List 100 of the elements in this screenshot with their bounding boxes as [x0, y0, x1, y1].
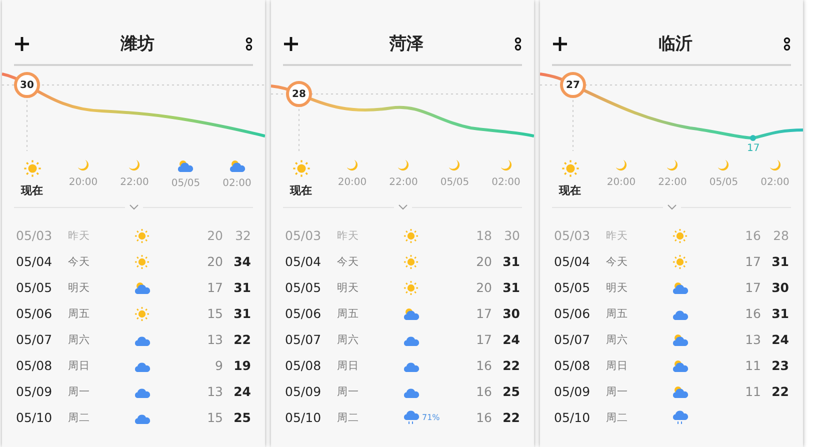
low-temperature: 17 [475, 306, 492, 321]
high-temperature: 31 [502, 254, 520, 269]
day-name: 周二 [606, 410, 629, 424]
city-title: 临沂 [658, 33, 692, 55]
sun-icon [134, 228, 150, 244]
high-temperature: 31 [770, 306, 789, 321]
high-temperature: 22 [502, 358, 520, 373]
moon-icon [448, 159, 462, 172]
more-icon[interactable] [245, 36, 253, 50]
low-temperature: 15 [206, 410, 223, 425]
city-title: 菏泽 [390, 33, 424, 55]
sun-icon [672, 228, 688, 244]
day-date: 05/05 [16, 280, 54, 295]
high-temperature: 22 [502, 410, 520, 425]
day-date: 05/06 [554, 306, 592, 321]
day-date: 05/03 [285, 228, 322, 243]
hour-label: 05/05 [709, 177, 738, 188]
day-name: 周日 [68, 358, 91, 372]
high-temperature: 31 [232, 306, 251, 321]
low-temperature: 20 [206, 254, 223, 269]
low-temperature: 16 [744, 228, 761, 243]
high-temperature: 28 [772, 228, 789, 243]
high-temperature: 34 [232, 254, 251, 269]
day-name: 周二 [68, 410, 91, 424]
day-name: 周二 [337, 410, 360, 424]
low-temperature: 20 [206, 228, 223, 243]
moon-icon [768, 159, 782, 172]
day-name: 周六 [606, 332, 629, 346]
low-temperature: 16 [744, 306, 761, 321]
add-icon[interactable] [14, 36, 30, 52]
hour-label: 22:00 [389, 177, 418, 188]
sun-icon [403, 228, 419, 244]
day-date: 05/03 [16, 228, 54, 243]
day-name: 周一 [68, 384, 91, 398]
sun-cloud-icon [672, 332, 689, 346]
current-temperature-badge: 28 [286, 81, 312, 107]
sun-cloud-icon [403, 306, 420, 320]
moon-icon [666, 159, 679, 172]
chevron-down-icon[interactable] [398, 204, 408, 210]
low-temperature: 13 [206, 384, 223, 399]
high-temperature: 25 [232, 410, 251, 425]
day-date: 05/07 [285, 332, 322, 347]
hour-label: 现在 [559, 183, 581, 198]
hour-label: 20:00 [606, 177, 636, 188]
current-temperature-badge: 27 [560, 72, 586, 98]
day-date: 05/04 [285, 254, 322, 269]
low-temperature: 16 [475, 358, 492, 373]
day-date: 05/09 [16, 384, 54, 399]
day-date: 05/09 [554, 384, 592, 399]
more-icon[interactable] [514, 36, 522, 50]
day-date: 05/08 [285, 358, 322, 373]
rain-icon [672, 409, 689, 426]
day-name: 周五 [68, 306, 91, 320]
low-temperature: 16 [475, 410, 492, 425]
low-temperature: 13 [206, 332, 223, 347]
high-temperature: 24 [502, 332, 520, 347]
day-date: 05/10 [554, 410, 592, 425]
sun-icon [134, 306, 150, 322]
sun-cloud-icon [134, 280, 151, 294]
high-temperature: 31 [770, 254, 789, 269]
day-name: 昨天 [68, 228, 91, 242]
day-name: 明天 [337, 280, 360, 294]
hour-label: 05/05 [440, 177, 470, 188]
sun-cloud-icon [672, 280, 689, 294]
day-date: 05/05 [554, 280, 592, 295]
hour-label: 02:00 [222, 178, 252, 189]
low-temperature: 15 [206, 306, 223, 321]
hour-label: 02:00 [760, 177, 790, 188]
sun-cloud-icon [228, 159, 246, 173]
day-date: 05/10 [16, 410, 54, 425]
low-temperature: 17 [744, 254, 761, 269]
low-temperature: 11 [744, 358, 761, 373]
chevron-down-icon[interactable] [128, 204, 138, 210]
day-date: 05/10 [285, 410, 322, 425]
day-date: 05/05 [285, 280, 322, 295]
add-icon[interactable] [552, 36, 568, 52]
high-temperature: 30 [503, 228, 520, 243]
hour-label: 22:00 [658, 177, 687, 188]
sun-icon [672, 254, 688, 270]
low-temperature: 17 [475, 332, 492, 347]
high-temperature: 23 [770, 358, 789, 373]
low-temperature: 17 [744, 280, 761, 295]
sun-icon [403, 254, 419, 270]
high-temperature: 22 [770, 384, 789, 399]
high-temperature: 31 [502, 280, 520, 295]
sun-icon [403, 280, 419, 296]
day-date: 05/04 [16, 254, 54, 269]
day-name: 周六 [68, 332, 91, 346]
day-date: 05/07 [554, 332, 592, 347]
high-temperature: 19 [232, 358, 251, 373]
moon-icon [397, 159, 410, 172]
day-date: 05/09 [285, 384, 322, 399]
day-name: 周一 [606, 384, 629, 398]
day-name: 今天 [606, 254, 629, 268]
chevron-down-icon[interactable] [666, 204, 676, 210]
add-icon[interactable] [283, 36, 299, 52]
day-date: 05/03 [554, 228, 592, 243]
more-icon[interactable] [783, 36, 791, 50]
day-date: 05/07 [16, 332, 54, 347]
high-temperature: 30 [502, 306, 520, 321]
